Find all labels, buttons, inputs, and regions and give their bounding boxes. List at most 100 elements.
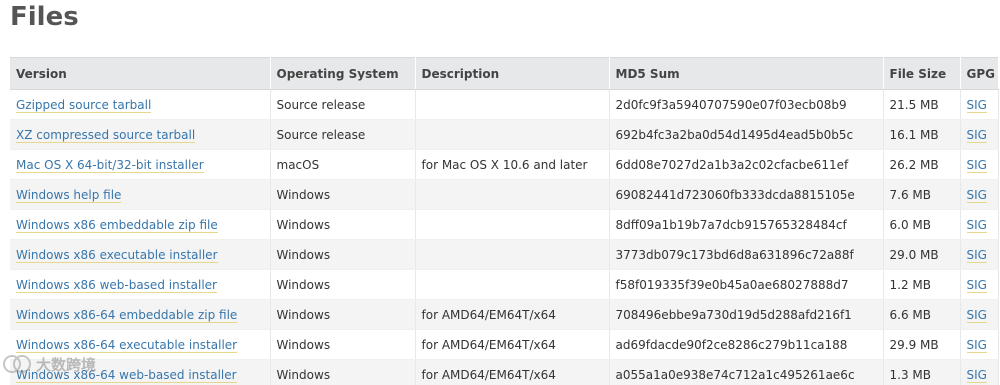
md5-text: 692b4fc3a2ba0d54d1495d4ead5b0b5c (615, 127, 854, 142)
md5-text: 708496ebbe9a730d19d5d288afd216f1 (615, 307, 852, 322)
os-cell: Windows (270, 269, 416, 300)
gpg-sig-link[interactable]: SIG (966, 97, 987, 113)
os-text: Windows (276, 337, 331, 352)
size-cell: 21.5 MB (883, 89, 961, 120)
gpg-sig-cell: SIG (960, 179, 999, 210)
md5-cell: 8dff09a1b19b7a7dcb915765328484cf (609, 209, 884, 240)
md5-cell: a055a1a0e938e74c712a1c495261ae6c (609, 359, 884, 385)
col-header-md5: MD5 Sum (609, 57, 884, 90)
os-cell: Source release (270, 89, 416, 120)
size-cell: 29.9 MB (883, 329, 961, 360)
os-cell: Source release (270, 119, 416, 150)
version-link[interactable]: Mac OS X 64-bit/32-bit installer (16, 157, 204, 173)
description-cell (415, 119, 610, 150)
size-text: 6.6 MB (889, 307, 931, 322)
gpg-sig-link[interactable]: SIG (966, 127, 987, 143)
md5-cell: f58f019335f39e0b45a0ae68027888d7 (609, 269, 884, 300)
version-link[interactable]: XZ compressed source tarball (16, 127, 196, 143)
os-cell: Windows (270, 209, 416, 240)
col-header-version: Version (10, 57, 271, 90)
table-row: Mac OS X 64-bit/32-bit installer macOS for… (10, 149, 999, 180)
gpg-sig-link[interactable]: SIG (966, 337, 987, 353)
os-text: Windows (276, 217, 331, 232)
size-cell: 16.1 MB (883, 119, 961, 150)
size-cell: 1.2 MB (883, 269, 961, 300)
md5-cell: 6dd08e7027d2a1b3a2c02cfacbe611ef (609, 149, 884, 180)
os-text: Windows (276, 367, 331, 382)
size-text: 29.0 MB (889, 247, 939, 262)
md5-text: 3773db079c173bd6d8a631896c72a88f (615, 247, 854, 262)
gpg-sig-cell: SIG (960, 149, 999, 180)
md5-text: 8dff09a1b19b7a7dcb915765328484cf (615, 217, 847, 232)
version-link[interactable]: Windows x86-64 executable installer (16, 337, 238, 353)
table-row: XZ compressed source tarball Source relea… (10, 119, 999, 150)
description-text: for AMD64/EM64T/x64 (421, 337, 556, 352)
size-cell: 26.2 MB (883, 149, 961, 180)
version-link[interactable]: Windows x86-64 embeddable zip file (16, 307, 238, 323)
size-text: 1.3 MB (889, 367, 931, 382)
md5-cell: 69082441d723060fb333dcda8815105e (609, 179, 884, 210)
files-table: Version Operating System Description MD5… (10, 57, 999, 385)
os-cell: Windows (270, 239, 416, 270)
version-cell: Windows help file (10, 179, 271, 210)
gpg-sig-link[interactable]: SIG (966, 187, 987, 203)
description-cell (415, 209, 610, 240)
gpg-sig-cell: SIG (960, 329, 999, 360)
description-cell: for Mac OS X 10.6 and later (415, 149, 610, 180)
size-cell: 1.3 MB (883, 359, 961, 385)
version-cell: Windows x86-64 executable installer (10, 329, 271, 360)
size-cell: 6.0 MB (883, 209, 961, 240)
gpg-sig-cell: SIG (960, 269, 999, 300)
version-link[interactable]: Windows x86 executable installer (16, 247, 218, 263)
md5-text: a055a1a0e938e74c712a1c495261ae6c (615, 367, 855, 382)
size-text: 26.2 MB (889, 157, 939, 172)
size-text: 29.9 MB (889, 337, 939, 352)
gpg-sig-link[interactable]: SIG (966, 307, 987, 323)
table-row: Windows x86 embeddable zip file Windows 8d… (10, 209, 999, 240)
os-cell: macOS (270, 149, 416, 180)
version-link[interactable]: Windows x86 embeddable zip file (16, 217, 218, 233)
os-text: Windows (276, 187, 331, 202)
gpg-sig-link[interactable]: SIG (966, 367, 987, 383)
table-row: Windows x86-64 executable installer Windo… (10, 329, 999, 360)
md5-text: f58f019335f39e0b45a0ae68027888d7 (615, 277, 849, 292)
col-header-gpg: GPG (960, 57, 999, 90)
description-cell (415, 269, 610, 300)
gpg-sig-link[interactable]: SIG (966, 157, 987, 173)
size-text: 6.0 MB (889, 217, 931, 232)
gpg-sig-cell: SIG (960, 119, 999, 150)
os-text: Source release (276, 97, 366, 112)
table-row: Gzipped source tarball Source release 2d0f… (10, 89, 999, 120)
size-text: 16.1 MB (889, 127, 939, 142)
description-cell (415, 89, 610, 120)
description-text: for AMD64/EM64T/x64 (421, 307, 556, 322)
description-cell (415, 239, 610, 270)
description-text: for AMD64/EM64T/x64 (421, 367, 556, 382)
col-header-description: Description (415, 57, 610, 90)
col-header-size: File Size (883, 57, 961, 90)
md5-cell: 692b4fc3a2ba0d54d1495d4ead5b0b5c (609, 119, 884, 150)
gpg-sig-link[interactable]: SIG (966, 247, 987, 263)
gpg-sig-link[interactable]: SIG (966, 277, 987, 293)
version-link[interactable]: Windows help file (16, 187, 122, 203)
description-text: for Mac OS X 10.6 and later (421, 157, 588, 172)
size-text: 21.5 MB (889, 97, 939, 112)
os-cell: Windows (270, 359, 416, 385)
version-cell: Windows x86 executable installer (10, 239, 271, 270)
gpg-sig-cell: SIG (960, 359, 999, 385)
size-text: 1.2 MB (889, 277, 931, 292)
gpg-sig-cell: SIG (960, 299, 999, 330)
version-link[interactable]: Windows x86-64 web-based installer (16, 367, 237, 383)
version-link[interactable]: Gzipped source tarball (16, 97, 152, 113)
gpg-sig-link[interactable]: SIG (966, 217, 987, 233)
os-text: Source release (276, 127, 366, 142)
version-cell: Windows x86-64 embeddable zip file (10, 299, 271, 330)
md5-text: 2d0fc9f3a5940707590e07f03ecb08b9 (615, 97, 847, 112)
os-cell: Windows (270, 299, 416, 330)
version-link[interactable]: Windows x86 web-based installer (16, 277, 217, 293)
size-cell: 6.6 MB (883, 299, 961, 330)
description-cell: for AMD64/EM64T/x64 (415, 359, 610, 385)
os-cell: Windows (270, 329, 416, 360)
version-cell: Windows x86 embeddable zip file (10, 209, 271, 240)
md5-cell: 2d0fc9f3a5940707590e07f03ecb08b9 (609, 89, 884, 120)
